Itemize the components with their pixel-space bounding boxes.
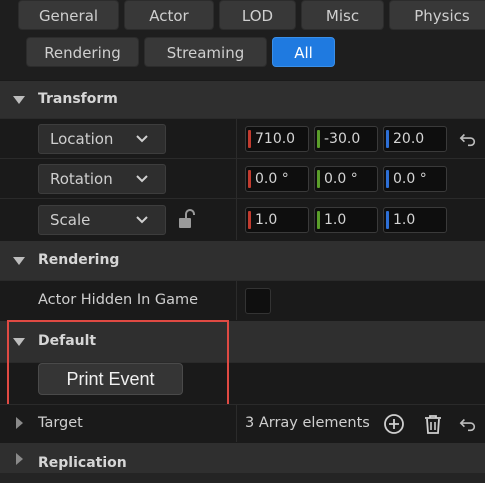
filter-misc[interactable]: Misc bbox=[301, 0, 384, 30]
rotation-y-field[interactable]: 0.0 ° bbox=[314, 166, 378, 192]
rotation-x-field[interactable]: 0.0 ° bbox=[245, 166, 309, 192]
rotation-row: Rotation 0.0 ° 0.0 ° 0.0 ° bbox=[0, 158, 485, 198]
reset-to-default-icon[interactable] bbox=[459, 130, 477, 148]
target-label: Target bbox=[38, 415, 83, 431]
rotation-mode-label: Rotation bbox=[50, 170, 113, 188]
section-title: Default bbox=[38, 333, 97, 349]
filter-all[interactable]: All bbox=[272, 37, 335, 67]
section-transform[interactable]: Transform bbox=[0, 80, 485, 118]
scale-mode-dropdown[interactable]: Scale bbox=[38, 205, 166, 235]
filter-lod[interactable]: LOD bbox=[219, 0, 296, 30]
actor-hidden-label: Actor Hidden In Game bbox=[38, 292, 199, 308]
actor-hidden-checkbox[interactable] bbox=[245, 288, 271, 314]
print-event-button[interactable]: Print Event bbox=[38, 363, 183, 395]
section-default[interactable]: Default bbox=[0, 320, 485, 362]
actor-hidden-row: Actor Hidden In Game bbox=[0, 280, 485, 320]
filter-bar: General Actor LOD Misc Physics Rendering… bbox=[0, 0, 485, 80]
chevron-down-icon bbox=[136, 216, 148, 224]
filter-actor[interactable]: Actor bbox=[124, 0, 214, 30]
location-row: Location 710.0 -30.0 20.0 bbox=[0, 118, 485, 158]
target-row: Target 3 Array elements bbox=[0, 404, 485, 442]
location-x-field[interactable]: 710.0 bbox=[245, 126, 309, 152]
location-mode-dropdown[interactable]: Location bbox=[38, 124, 166, 154]
target-value: 3 Array elements bbox=[245, 415, 370, 431]
scale-x-field[interactable]: 1.0 bbox=[245, 207, 309, 233]
unlock-icon[interactable] bbox=[177, 208, 197, 230]
collapse-arrow-icon bbox=[13, 338, 25, 346]
scale-mode-label: Scale bbox=[50, 211, 91, 229]
chevron-down-icon bbox=[136, 135, 148, 143]
section-rendering[interactable]: Rendering bbox=[0, 240, 485, 280]
rotation-z-field[interactable]: 0.0 ° bbox=[383, 166, 447, 192]
expand-arrow-icon bbox=[16, 453, 23, 465]
reset-icon[interactable] bbox=[459, 415, 477, 433]
delete-icon[interactable] bbox=[422, 413, 444, 435]
scale-y-field[interactable]: 1.0 bbox=[314, 207, 378, 233]
chevron-down-icon bbox=[136, 175, 148, 183]
section-title: Transform bbox=[38, 91, 118, 107]
filter-general[interactable]: General bbox=[18, 0, 119, 30]
section-replication[interactable]: Replication bbox=[0, 442, 485, 473]
collapse-arrow-icon bbox=[13, 96, 25, 104]
scale-row: Scale 1.0 1.0 1.0 bbox=[0, 198, 485, 240]
location-z-field[interactable]: 20.0 bbox=[383, 126, 447, 152]
filter-physics[interactable]: Physics bbox=[389, 0, 485, 30]
filter-streaming[interactable]: Streaming bbox=[144, 37, 267, 67]
section-title: Rendering bbox=[38, 252, 120, 268]
section-title: Replication bbox=[38, 455, 127, 471]
rotation-mode-dropdown[interactable]: Rotation bbox=[38, 164, 166, 194]
expand-arrow-icon[interactable] bbox=[16, 417, 23, 429]
add-element-icon[interactable] bbox=[383, 413, 405, 435]
scale-z-field[interactable]: 1.0 bbox=[383, 207, 447, 233]
filter-rendering[interactable]: Rendering bbox=[26, 37, 139, 67]
collapse-arrow-icon bbox=[13, 257, 25, 265]
location-y-field[interactable]: -30.0 bbox=[314, 126, 378, 152]
location-mode-label: Location bbox=[50, 130, 114, 148]
